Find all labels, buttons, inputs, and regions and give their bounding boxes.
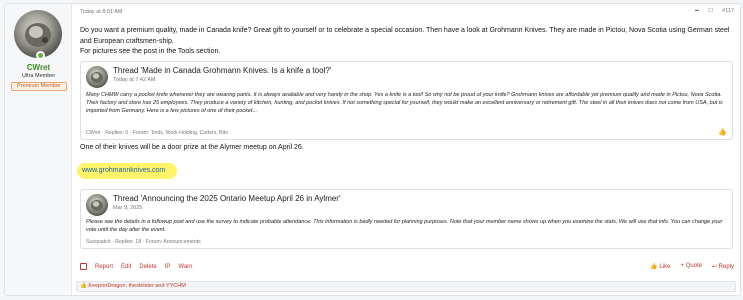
ip-link[interactable]: IP xyxy=(165,264,171,270)
post-container: CWret Ultra Member Premium Member Today … xyxy=(4,3,741,296)
reply-label: Reply xyxy=(718,264,734,270)
thread-snippet: Many CHMW carry a pocket knife whenever … xyxy=(86,92,723,115)
post-actions-right: 👍 Like + Quote ↩ Reply xyxy=(650,263,734,270)
thread-snippet: Please see the details in a followup pos… xyxy=(86,219,723,234)
username[interactable]: CWret xyxy=(5,63,72,72)
share-icon[interactable]: ➦ xyxy=(695,8,700,14)
user-banner: Premium Member xyxy=(11,82,67,91)
reactions-list[interactable]: KeeponDragon, thestelster and YYCHM xyxy=(88,283,185,289)
thumbs-up-icon: 👍 xyxy=(80,283,87,289)
warn-link[interactable]: Warn xyxy=(178,264,192,270)
quote-button[interactable]: + Quote xyxy=(680,263,702,270)
like-button[interactable]: 👍 Like xyxy=(650,263,670,270)
reply-icon: ↩ xyxy=(711,264,717,270)
thread-thumbnail xyxy=(86,194,108,216)
thread-embed[interactable]: Thread 'Made in Canada Grohmann Knives. … xyxy=(80,61,733,140)
post-meta-tools: ➦ ☐ #117 xyxy=(695,8,734,14)
thread-title[interactable]: Thread 'Announcing the 2025 Ontario Meet… xyxy=(113,194,341,203)
thread-embed[interactable]: Thread 'Announcing the 2025 Ontario Meet… xyxy=(80,189,733,249)
select-checkbox[interactable] xyxy=(80,263,87,270)
thread-title[interactable]: Thread 'Made in Canada Grohmann Knives. … xyxy=(113,66,331,75)
edit-link[interactable]: Edit xyxy=(121,264,131,270)
post-number[interactable]: #117 xyxy=(722,8,734,14)
thread-date: Mar 9, 2025 xyxy=(113,205,143,211)
post-body: Do you want a premium quality, made in C… xyxy=(80,26,730,58)
user-column: CWret Ultra Member Premium Member xyxy=(5,4,72,295)
report-link[interactable]: Report xyxy=(95,264,113,270)
post-date[interactable]: Today at 8:01 AM xyxy=(80,9,123,15)
thread-footer: CWret · Replies: 0 · Forum: Tools, Work … xyxy=(86,130,228,136)
like-label: Like xyxy=(659,264,671,270)
bookmark-icon[interactable]: ☐ xyxy=(708,8,713,14)
thread-date: Today at 7:42 AM xyxy=(113,77,156,83)
post-paragraph: For pictures see the post in the Tools s… xyxy=(80,48,221,55)
reply-button[interactable]: ↩ Reply xyxy=(712,263,734,270)
thread-footer: Susquatch · Replies: 18 · Forum: Announc… xyxy=(86,239,201,245)
thread-thumbnail xyxy=(86,66,108,88)
website-link[interactable]: www.grohmannknives.com xyxy=(82,167,165,174)
reactions-bar[interactable]: 👍 KeeponDragon, thestelster and YYCHM xyxy=(76,281,736,292)
thread-thumbnail-image xyxy=(91,72,103,83)
post-paragraph: One of their knives will be a door prize… xyxy=(80,144,304,151)
delete-link[interactable]: Delete xyxy=(139,264,156,270)
thread-thumbnail-image xyxy=(91,200,103,211)
post-paragraph: Do you want a premium quality, made in C… xyxy=(80,27,730,45)
thumbs-up-icon: 👍 xyxy=(718,129,727,136)
thumbs-up-icon: 👍 xyxy=(650,264,658,270)
online-status-icon xyxy=(36,51,45,60)
post-actions-left: Report Edit Delete IP Warn xyxy=(80,263,193,270)
user-title: Ultra Member xyxy=(21,73,56,79)
post-main: Today at 8:01 AM ➦ ☐ #117 Do you want a … xyxy=(72,4,740,295)
